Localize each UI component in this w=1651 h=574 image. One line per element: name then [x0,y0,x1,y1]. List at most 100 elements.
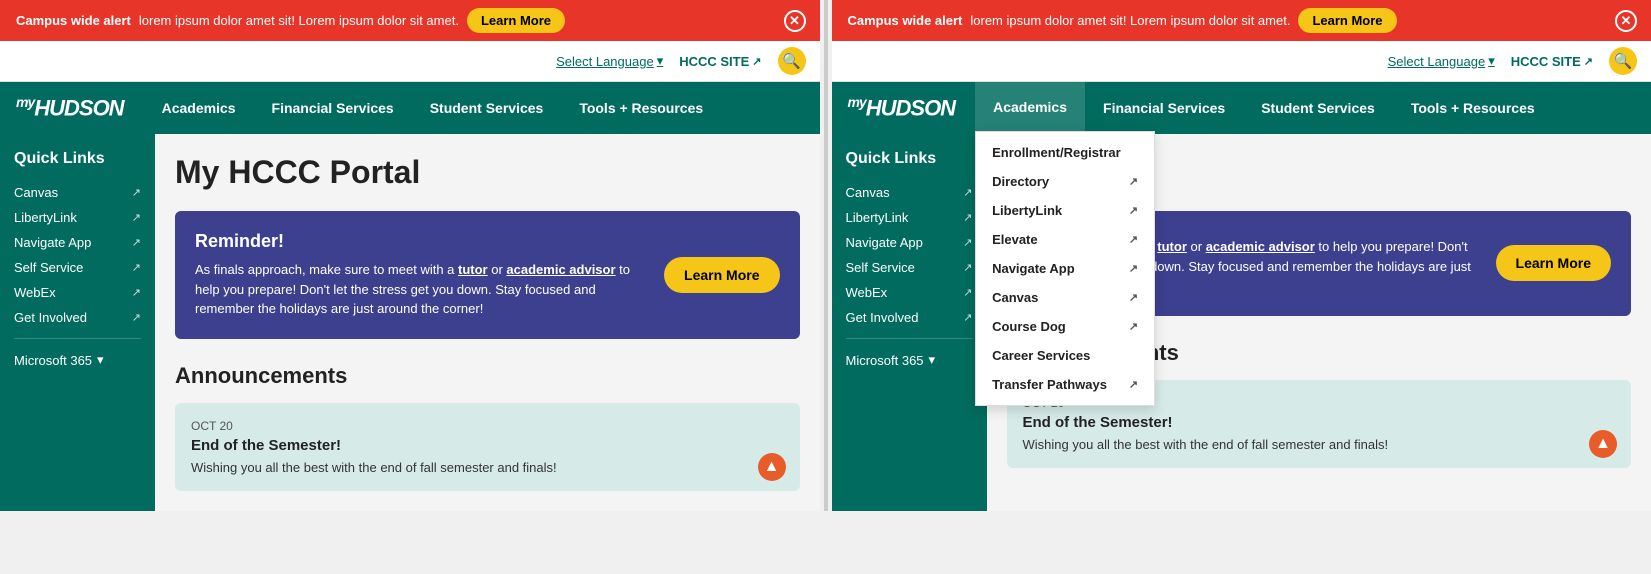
right-external-link-icon: ↗ [1129,291,1138,304]
right-scroll-up-button[interactable]: ▲ [1589,430,1617,458]
right-select-language-label: Select Language [1388,54,1486,69]
dropdown-canvas[interactable]: Canvas ↗ [976,283,1154,312]
reminder-body: As finals approach, make sure to meet wi… [195,260,648,319]
dropdown-elevate[interactable]: Elevate ↗ [976,225,1154,254]
dropdown-course-dog[interactable]: Course Dog ↗ [976,312,1154,341]
reminder-learn-more-button[interactable]: Learn More [664,257,779,293]
announcements-title: Announcements [175,363,800,389]
dropdown-enrollment-registrar[interactable]: Enrollment/Registrar [976,138,1154,167]
select-language-button[interactable]: Select Language ▾ [556,53,663,69]
dropdown-career-services[interactable]: Career Services [976,341,1154,370]
external-link-icon: ↗ [132,311,141,324]
dropdown-navigate-app[interactable]: Navigate App ↗ [976,254,1154,283]
nav-student-services[interactable]: Student Services [412,82,562,134]
right-nav-student-services[interactable]: Student Services [1243,82,1393,134]
right-hccc-site-link[interactable]: HCCC SITE ↗ [1511,54,1593,69]
right-external-link-icon: ↗ [963,211,972,224]
reminder-box: Reminder! As finals approach, make sure … [175,211,800,339]
sidebar-microsoft365[interactable]: Microsoft 365 ▾ [0,347,155,373]
academics-dropdown: Enrollment/Registrar Directory ↗ Liberty… [975,131,1155,406]
right-sidebar-item-get-involved[interactable]: Get Involved ↗ [832,305,987,330]
right-nav-academics[interactable]: Academics Enrollment/Registrar Directory… [975,82,1085,134]
right-utility-bar: Select Language ▾ HCCC SITE ↗ 🔍 [832,41,1651,82]
sidebar-item-libertylink[interactable]: LibertyLink ↗ [0,205,155,230]
nav-items: Academics Financial Services Student Ser… [144,82,722,134]
search-button[interactable]: 🔍 [778,47,806,75]
right-sidebar-item-libertylink[interactable]: LibertyLink ↗ [832,205,987,230]
right-external-link-icon: ↗ [1129,378,1138,391]
scroll-up-button[interactable]: ▲ [758,453,786,481]
nav-tools-resources[interactable]: Tools + Resources [561,82,721,134]
alert-text: lorem ipsum dolor amet sit! Lorem ipsum … [139,13,459,28]
right-logo[interactable]: myHUDSON [848,94,956,121]
reminder-advisor-link[interactable]: academic advisor [506,262,615,277]
right-main-nav: myHUDSON Academics Enrollment/Registrar … [832,82,1651,134]
right-search-icon: 🔍 [1614,52,1633,70]
reminder-text-area: Reminder! As finals approach, make sure … [195,231,648,319]
alert-learn-more-button[interactable]: Learn More [467,8,565,33]
right-sidebar-item-canvas[interactable]: Canvas ↗ [832,180,987,205]
right-sidebar-microsoft365[interactable]: Microsoft 365 ▾ [832,347,987,373]
right-alert-close-button[interactable]: ✕ [1615,10,1637,32]
right-sidebar-item-navigate-app[interactable]: Navigate App ↗ [832,230,987,255]
right-sidebar: Quick Links Canvas ↗ LibertyLink ↗ Navig… [832,134,987,511]
hccc-site-link[interactable]: HCCC SITE ↗ [679,54,761,69]
reminder-body-mid: or [488,262,507,277]
sidebar-item-self-service[interactable]: Self Service ↗ [0,255,155,280]
right-alert-learn-more-button[interactable]: Learn More [1298,8,1396,33]
right-announcement-title: End of the Semester! [1023,414,1616,431]
logo[interactable]: myHUDSON [16,94,124,121]
external-link-icon: ↗ [132,236,141,249]
main-content: My HCCC Portal Reminder! As finals appro… [155,134,820,511]
announcement-title: End of the Semester! [191,437,784,454]
external-link-icon: ↗ [752,55,761,68]
right-sidebar-item-self-service[interactable]: Self Service ↗ [832,255,987,280]
dropdown-transfer-pathways[interactable]: Transfer Pathways ↗ [976,370,1154,399]
right-external-link-icon: ↗ [963,236,972,249]
right-chevron-down-icon: ▾ [929,352,936,368]
alert-bold-text: Campus wide alert [16,13,131,28]
right-search-button[interactable]: 🔍 [1609,47,1637,75]
chevron-down-icon: ▾ [97,352,104,368]
right-alert-bold-text: Campus wide alert [848,13,963,28]
reminder-body-prefix: As finals approach, make sure to meet wi… [195,262,458,277]
dropdown-directory[interactable]: Directory ↗ [976,167,1154,196]
right-announcement-body: Wishing you all the best with the end of… [1023,437,1616,452]
chevron-down-icon: ▾ [657,53,664,69]
external-link-icon: ↗ [132,186,141,199]
alert-close-button[interactable]: ✕ [784,10,806,32]
reminder-title: Reminder! [195,231,648,252]
content-area: Quick Links Canvas ↗ LibertyLink ↗ Navig… [0,134,820,511]
right-chevron-down-icon: ▾ [1488,53,1495,69]
right-reminder-learn-more-button[interactable]: Learn More [1496,245,1611,281]
right-nav-items: Academics Enrollment/Registrar Directory… [975,82,1553,134]
sidebar-item-navigate-app[interactable]: Navigate App ↗ [0,230,155,255]
right-sidebar-item-webex[interactable]: WebEx ↗ [832,280,987,305]
sidebar-divider [14,338,141,339]
sidebar-item-canvas[interactable]: Canvas ↗ [0,180,155,205]
hccc-site-label: HCCC SITE [679,54,749,69]
right-external-link-icon: ↗ [1129,320,1138,333]
right-external-link-icon: ↗ [963,311,972,324]
dropdown-libertylink[interactable]: LibertyLink ↗ [976,196,1154,225]
search-icon: 🔍 [782,52,801,70]
right-nav-financial-services[interactable]: Financial Services [1085,82,1243,134]
nav-academics[interactable]: Academics [144,82,254,134]
external-link-icon: ↗ [132,261,141,274]
right-external-link-icon: ↗ [963,286,972,299]
right-reminder-advisor-link[interactable]: academic advisor [1206,239,1315,254]
right-reminder-tutor-link[interactable]: tutor [1157,239,1187,254]
right-select-language-button[interactable]: Select Language ▾ [1388,53,1495,69]
reminder-tutor-link[interactable]: tutor [458,262,488,277]
sidebar-item-get-involved[interactable]: Get Involved ↗ [0,305,155,330]
main-nav: myHUDSON Academics Financial Services St… [0,82,820,134]
sidebar: Quick Links Canvas ↗ LibertyLink ↗ Navig… [0,134,155,511]
right-alert-text: lorem ipsum dolor amet sit! Lorem ipsum … [970,13,1290,28]
right-external-link-icon: ↗ [1129,262,1138,275]
panel-separator [824,0,828,511]
page-title: My HCCC Portal [175,154,800,191]
nav-financial-services[interactable]: Financial Services [254,82,412,134]
right-external-link-icon: ↗ [1129,233,1138,246]
right-nav-tools-resources[interactable]: Tools + Resources [1393,82,1553,134]
sidebar-item-webex[interactable]: WebEx ↗ [0,280,155,305]
